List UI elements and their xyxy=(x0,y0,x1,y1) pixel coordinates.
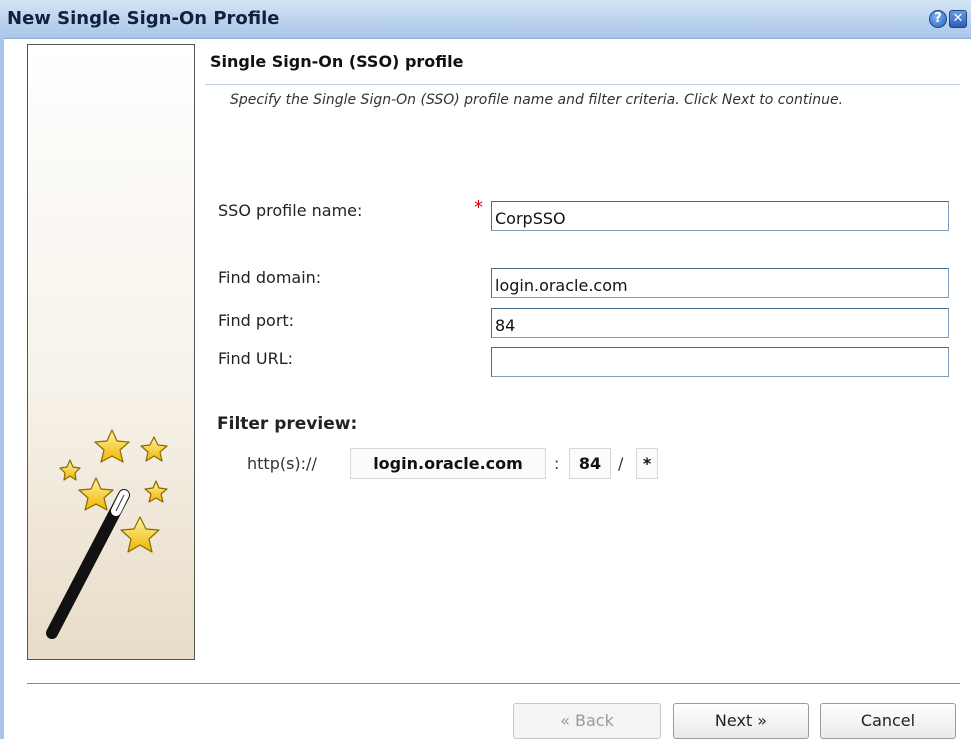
find-domain-label: Find domain: xyxy=(218,268,322,287)
instructions-text: Specify the Single Sign-On (SSO) profile… xyxy=(230,92,844,108)
dialog-title-bar[interactable]: New Single Sign-On Profile ? ✕ xyxy=(0,0,971,39)
help-icon[interactable]: ? xyxy=(929,10,947,28)
magic-wand-icon xyxy=(46,429,168,639)
next-button[interactable]: Next » xyxy=(673,703,809,739)
wizard-side-panel xyxy=(27,44,195,660)
cancel-button[interactable]: Cancel xyxy=(820,703,956,739)
preview-path: * xyxy=(636,448,658,479)
close-icon[interactable]: ✕ xyxy=(949,10,967,28)
section-divider xyxy=(205,84,960,85)
sso-profile-name-input[interactable] xyxy=(491,201,949,231)
window-left-border xyxy=(0,38,4,739)
back-button[interactable]: « Back xyxy=(513,703,661,739)
sso-name-label: SSO profile name: xyxy=(218,201,363,220)
preview-colon: : xyxy=(554,454,560,473)
preview-slash: / xyxy=(618,454,624,473)
required-asterisk: * xyxy=(474,197,483,218)
dialog-title: New Single Sign-On Profile xyxy=(7,8,280,29)
find-port-input[interactable] xyxy=(491,308,949,338)
preview-port: 84 xyxy=(569,448,611,479)
find-port-label: Find port: xyxy=(218,311,295,330)
footer-divider xyxy=(27,683,960,684)
find-domain-input[interactable] xyxy=(491,268,949,298)
preview-scheme: http(s):// xyxy=(247,454,317,473)
find-url-label: Find URL: xyxy=(218,349,293,368)
new-sso-profile-dialog: New Single Sign-On Profile ? ✕ Single Si… xyxy=(0,0,971,739)
find-url-input[interactable] xyxy=(491,347,949,377)
filter-preview-label: Filter preview: xyxy=(217,414,358,434)
section-title: Single Sign-On (SSO) profile xyxy=(210,52,464,71)
preview-domain: login.oracle.com xyxy=(350,448,546,479)
